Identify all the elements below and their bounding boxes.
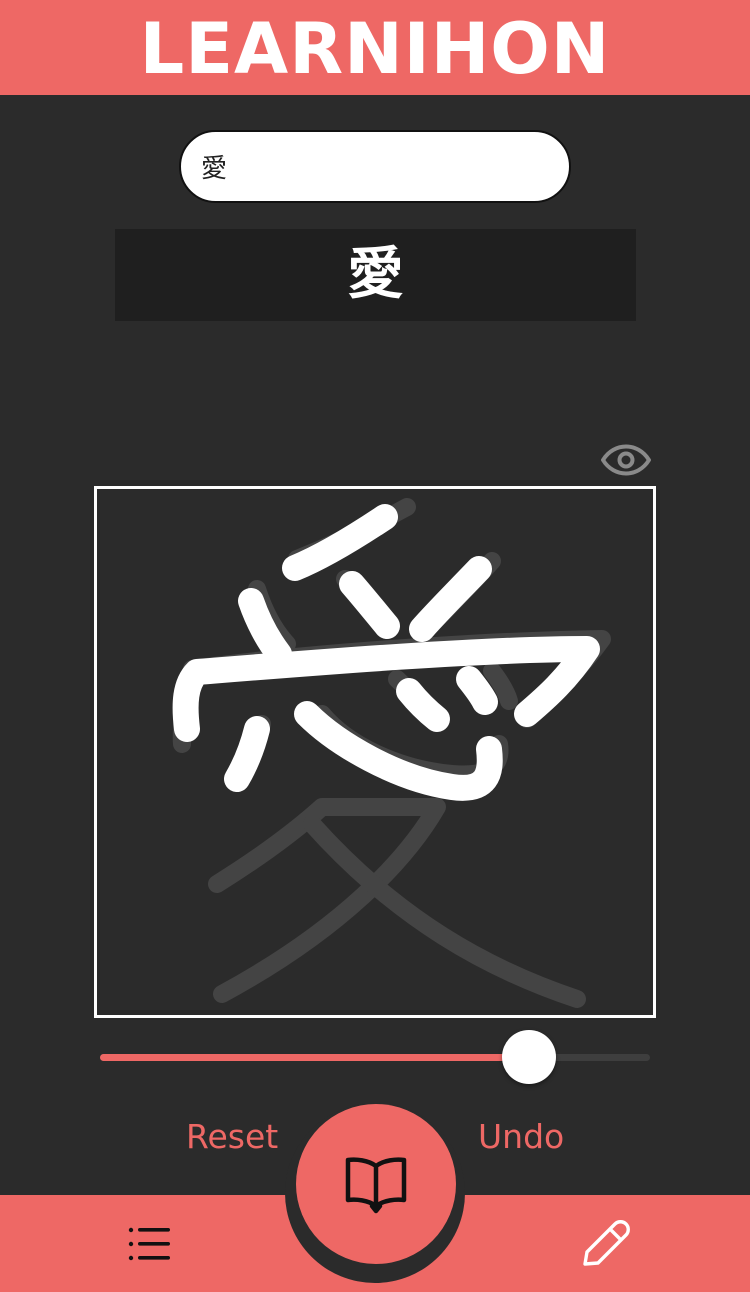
stroke-slider[interactable] [100, 1030, 650, 1084]
drawing-canvas[interactable] [94, 486, 656, 1018]
book-open-icon [345, 1157, 407, 1214]
study-button[interactable] [296, 1104, 456, 1264]
slider-thumb[interactable] [502, 1030, 556, 1084]
app-header: LEARNIHON [0, 0, 750, 95]
kanji-character: 愛 [347, 242, 404, 307]
canvas-strokes [172, 498, 611, 1008]
search-input[interactable] [179, 130, 571, 203]
pencil-icon[interactable] [578, 1218, 630, 1270]
user-strokes [172, 504, 600, 801]
kanji-display: 愛 [115, 229, 636, 321]
undo-button[interactable]: Undo [478, 1113, 564, 1161]
reset-button[interactable]: Reset [186, 1113, 278, 1161]
list-icon[interactable] [124, 1224, 174, 1264]
app-title: LEARNIHON [139, 7, 611, 90]
slider-fill [100, 1054, 529, 1061]
eye-icon[interactable] [600, 438, 652, 482]
